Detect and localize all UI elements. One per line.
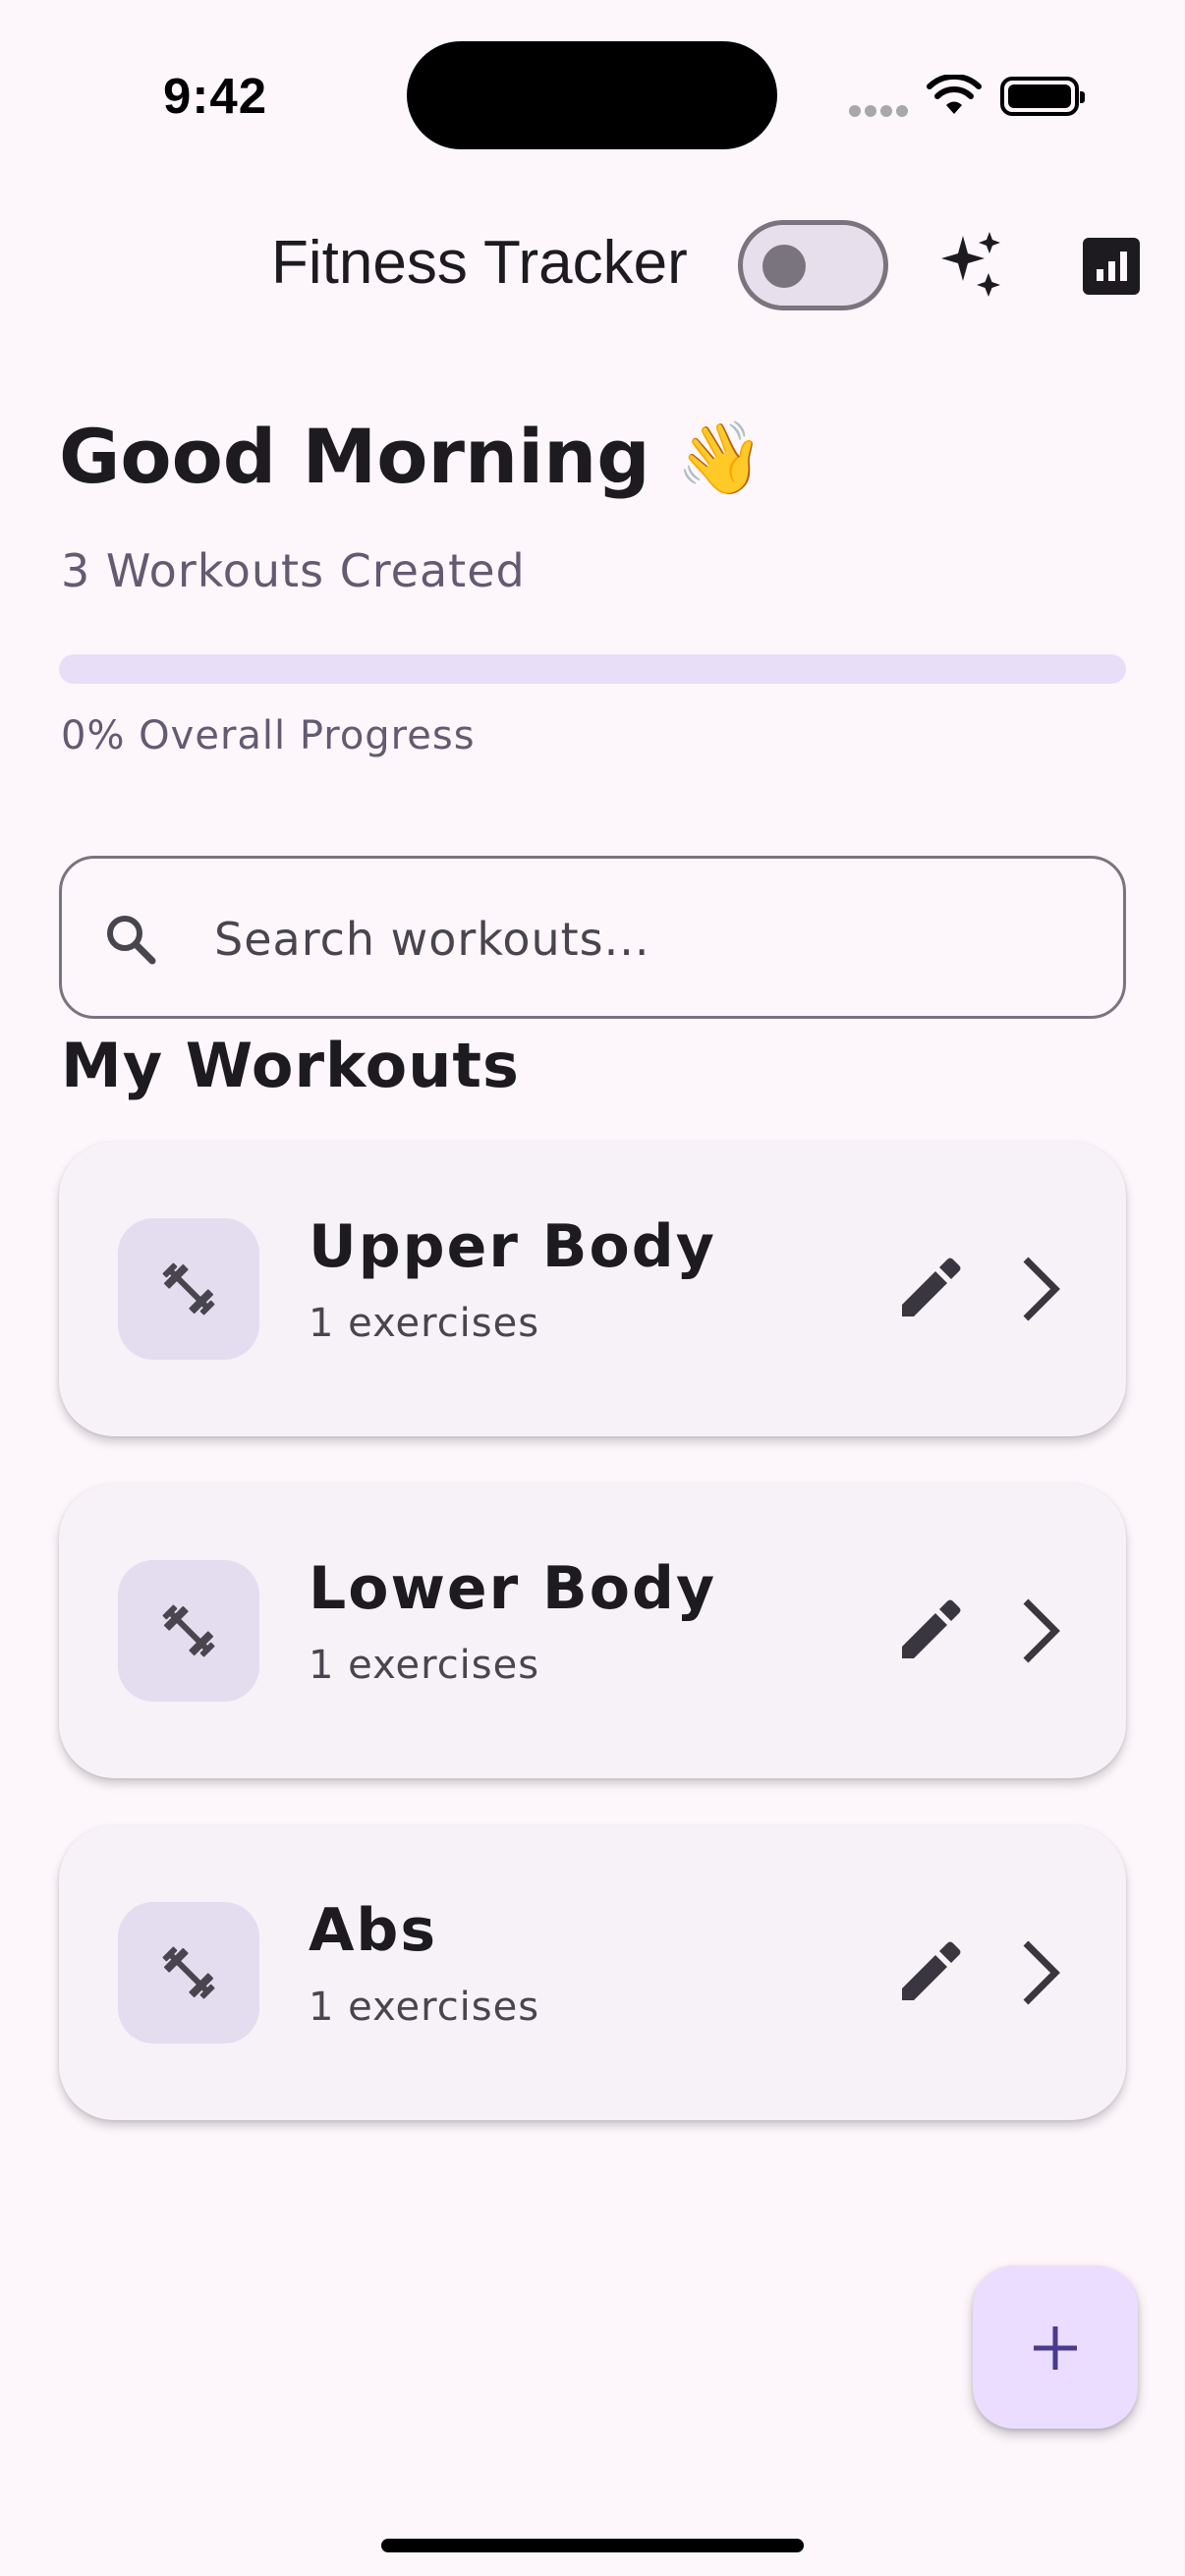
cellular-signal-icon <box>849 102 912 121</box>
workout-name: Abs <box>309 1896 438 1965</box>
bar-chart-icon[interactable] <box>1083 238 1140 295</box>
dynamic-island <box>407 41 777 149</box>
chevron-right-icon[interactable] <box>1008 1594 1079 1668</box>
add-workout-button[interactable] <box>973 2266 1138 2429</box>
battery-icon <box>1000 77 1085 116</box>
wifi-icon <box>927 75 982 114</box>
dumbbell-icon <box>162 1262 215 1316</box>
workout-name: Lower Body <box>309 1554 717 1623</box>
screen: 9:42 Fitness Tracker Good Morning 👋 3 Wo… <box>0 0 1185 2576</box>
workout-count: 3 Workouts Created <box>61 544 526 597</box>
chevron-right-icon[interactable] <box>1008 1252 1079 1326</box>
workout-thumbnail <box>118 1902 259 2044</box>
waving-hand-emoji: 👋 <box>676 417 764 499</box>
workout-card[interactable]: Lower Body 1 exercises <box>59 1484 1126 1778</box>
dumbbell-icon <box>162 1604 215 1657</box>
edit-icon[interactable] <box>896 1597 963 1664</box>
exercise-count: 1 exercises <box>309 1643 540 1688</box>
search-input[interactable] <box>214 898 1079 980</box>
plus-icon <box>1034 2326 1077 2370</box>
workout-thumbnail <box>118 1218 259 1360</box>
greeting-text: Good Morning <box>59 413 650 500</box>
home-indicator <box>381 2539 804 2552</box>
exercise-count: 1 exercises <box>309 1985 540 2030</box>
toggle-knob <box>762 245 806 288</box>
theme-toggle[interactable] <box>738 220 888 310</box>
edit-icon[interactable] <box>896 1256 963 1322</box>
search-box[interactable] <box>59 856 1126 1019</box>
search-icon <box>107 916 156 965</box>
progress-label: 0% Overall Progress <box>61 713 476 758</box>
greeting-heading: Good Morning 👋 <box>59 413 764 500</box>
overall-progress-bar <box>59 654 1126 684</box>
workout-card[interactable]: Upper Body 1 exercises <box>59 1142 1126 1436</box>
workout-card[interactable]: Abs 1 exercises <box>59 1825 1126 2120</box>
dumbbell-icon <box>162 1946 215 1999</box>
chevron-right-icon[interactable] <box>1008 1935 1079 2010</box>
status-time: 9:42 <box>163 68 268 124</box>
sparkle-icon[interactable] <box>933 228 1010 305</box>
edit-icon[interactable] <box>896 1939 963 2006</box>
workout-name: Upper Body <box>309 1212 716 1281</box>
exercise-count: 1 exercises <box>309 1301 540 1346</box>
workout-thumbnail <box>118 1560 259 1702</box>
app-title: Fitness Tracker <box>271 229 688 297</box>
section-title: My Workouts <box>61 1030 520 1101</box>
